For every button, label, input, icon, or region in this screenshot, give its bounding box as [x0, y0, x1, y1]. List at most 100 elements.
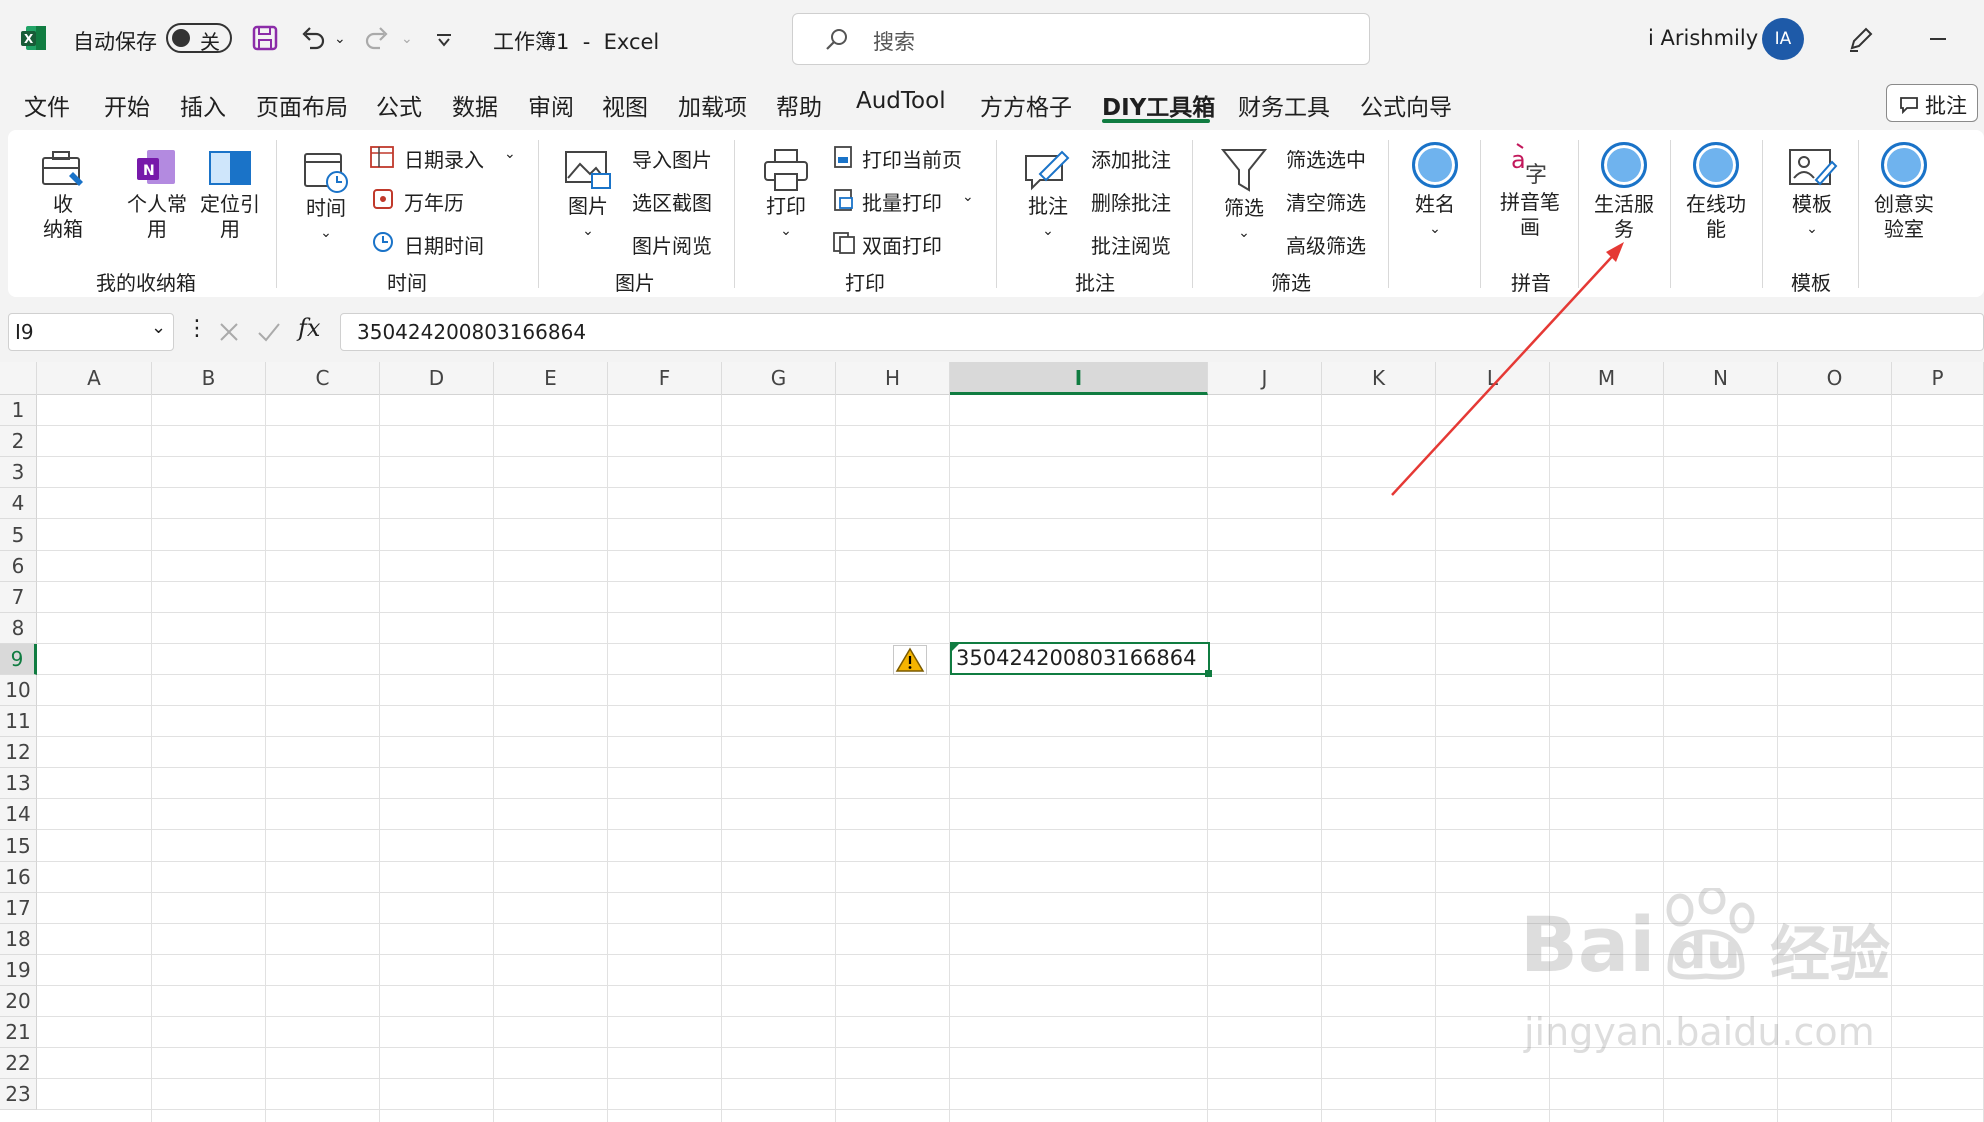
row-header-23[interactable]: 23	[0, 1079, 37, 1110]
picture-browse-button[interactable]: 图片阅览	[632, 230, 712, 259]
date-entry-button[interactable]: 日期录入 ⌄	[370, 143, 520, 173]
row-header-4[interactable]: 4	[0, 488, 37, 519]
print-current-page-button[interactable]: 打印当前页	[830, 143, 980, 173]
enter-icon[interactable]	[256, 321, 282, 343]
picture-button[interactable]: 图片 ⌄	[552, 146, 624, 256]
cancel-icon[interactable]	[218, 321, 240, 343]
tab-audtool[interactable]: AudTool	[856, 88, 946, 114]
delete-comment-button[interactable]: 删除批注	[1091, 187, 1171, 216]
date-time-button[interactable]: 日期时间	[370, 229, 500, 259]
date-entry-dropdown-icon[interactable]: ⌄	[504, 146, 516, 162]
insert-function-icon[interactable]: fx	[298, 314, 320, 342]
column-header-f[interactable]: F	[608, 362, 722, 395]
row-header-2[interactable]: 2	[0, 426, 37, 457]
perpetual-calendar-button[interactable]: 万年历	[370, 186, 490, 216]
name-box-dropdown-icon[interactable]: ⌄	[151, 317, 166, 338]
locate-reference-button[interactable]: 定位引 用	[194, 146, 266, 256]
comment-browse-button[interactable]: 批注阅览	[1091, 230, 1171, 259]
tab-review[interactable]: 审阅	[528, 88, 574, 122]
tab-data[interactable]: 数据	[452, 88, 498, 122]
print-button[interactable]: 打印 ⌄	[750, 146, 822, 256]
redo-icon[interactable]	[364, 24, 392, 52]
select-all-corner[interactable]	[0, 362, 37, 395]
row-header-21[interactable]: 21	[0, 1017, 37, 1048]
creative-lab-button[interactable]: 创意实 验室	[1868, 140, 1940, 250]
row-header-20[interactable]: 20	[0, 986, 37, 1017]
column-header-j[interactable]: J	[1208, 362, 1322, 395]
column-header-o[interactable]: O	[1778, 362, 1892, 395]
tab-view[interactable]: 视图	[602, 88, 648, 122]
column-header-p[interactable]: P	[1892, 362, 1984, 395]
row-header-14[interactable]: 14	[0, 799, 37, 830]
row-header-1[interactable]: 1	[0, 395, 37, 426]
column-header-h[interactable]: H	[836, 362, 950, 395]
autosave-toggle[interactable]: 关	[166, 23, 232, 54]
undo-dropdown-icon[interactable]: ⌄	[334, 31, 346, 47]
advanced-filter-button[interactable]: 高级筛选	[1286, 230, 1366, 259]
column-header-n[interactable]: N	[1664, 362, 1778, 395]
formula-input[interactable]: 350424200803166864	[340, 313, 1984, 351]
batch-print-dropdown-icon[interactable]: ⌄	[962, 189, 974, 205]
tab-formulas[interactable]: 公式	[376, 88, 422, 122]
batch-print-button[interactable]: 批量打印 ⌄	[830, 186, 980, 216]
column-header-c[interactable]: C	[266, 362, 380, 395]
add-comment-button[interactable]: 添加批注	[1091, 144, 1171, 173]
storage-box-button[interactable]: 收 纳箱	[28, 146, 98, 256]
row-header-19[interactable]: 19	[0, 955, 37, 986]
save-icon[interactable]	[252, 25, 278, 51]
tab-addins[interactable]: 加载项	[678, 88, 747, 122]
undo-icon[interactable]	[298, 24, 326, 52]
tab-help[interactable]: 帮助	[776, 88, 822, 122]
warning-icon[interactable]	[893, 645, 927, 675]
column-header-a[interactable]: A	[37, 362, 152, 395]
avatar[interactable]: IA	[1762, 18, 1804, 60]
more-options-icon[interactable]: ⋮	[186, 316, 208, 341]
column-header-e[interactable]: E	[494, 362, 608, 395]
time-button[interactable]: 时间 ⌄	[290, 146, 362, 256]
personal-frequent-button[interactable]: N 个人常 用	[118, 146, 196, 256]
column-header-b[interactable]: B	[152, 362, 266, 395]
column-header-d[interactable]: D	[380, 362, 494, 395]
active-cell[interactable]: 350424200803166864	[950, 642, 1210, 675]
import-picture-button[interactable]: 导入图片	[632, 144, 712, 173]
column-header-i[interactable]: I	[950, 362, 1208, 395]
tab-file[interactable]: 文件	[24, 88, 70, 122]
row-header-17[interactable]: 17	[0, 893, 37, 924]
tab-formula-wizard[interactable]: 公式向导	[1360, 88, 1452, 122]
row-header-8[interactable]: 8	[0, 613, 37, 644]
screenshot-selection-button[interactable]: 选区截图	[632, 187, 712, 216]
filter-selected-button[interactable]: 筛选选中	[1286, 144, 1366, 173]
pen-icon[interactable]	[1846, 24, 1876, 54]
row-header-13[interactable]: 13	[0, 768, 37, 799]
search-box[interactable]: 搜索	[792, 13, 1370, 65]
comment-button[interactable]: 批注 ⌄	[1012, 146, 1084, 256]
user-name[interactable]: i Arishmily	[1648, 26, 1758, 50]
row-header-10[interactable]: 10	[0, 675, 37, 706]
duplex-print-button[interactable]: 双面打印	[830, 229, 980, 259]
tab-insert[interactable]: 插入	[180, 88, 226, 122]
tab-home[interactable]: 开始	[104, 88, 150, 122]
template-button[interactable]: 模板 ⌄	[1776, 146, 1848, 256]
filter-button[interactable]: 筛选 ⌄	[1208, 146, 1280, 256]
column-header-g[interactable]: G	[722, 362, 836, 395]
minimize-icon[interactable]	[1930, 38, 1946, 40]
tab-finance-tools[interactable]: 财务工具	[1238, 88, 1330, 122]
row-header-11[interactable]: 11	[0, 706, 37, 737]
row-header-7[interactable]: 7	[0, 582, 37, 613]
row-header-5[interactable]: 5	[0, 519, 37, 551]
row-header-6[interactable]: 6	[0, 551, 37, 582]
clear-filter-button[interactable]: 清空筛选	[1286, 187, 1366, 216]
row-header-3[interactable]: 3	[0, 457, 37, 488]
row-header-15[interactable]: 15	[0, 830, 37, 862]
tab-fangfang[interactable]: 方方格子	[980, 88, 1072, 122]
tab-diy-toolbox[interactable]: DIY工具箱	[1102, 88, 1215, 122]
row-header-12[interactable]: 12	[0, 737, 37, 768]
fill-handle[interactable]	[1205, 670, 1212, 677]
row-header-16[interactable]: 16	[0, 862, 37, 893]
comments-button[interactable]: 批注	[1886, 84, 1978, 122]
name-box[interactable]: I9 ⌄	[8, 313, 174, 351]
customize-toolbar-icon[interactable]	[436, 32, 452, 47]
redo-dropdown-icon[interactable]: ⌄	[401, 31, 413, 47]
tab-page-layout[interactable]: 页面布局	[256, 88, 348, 122]
row-header-22[interactable]: 22	[0, 1048, 37, 1079]
